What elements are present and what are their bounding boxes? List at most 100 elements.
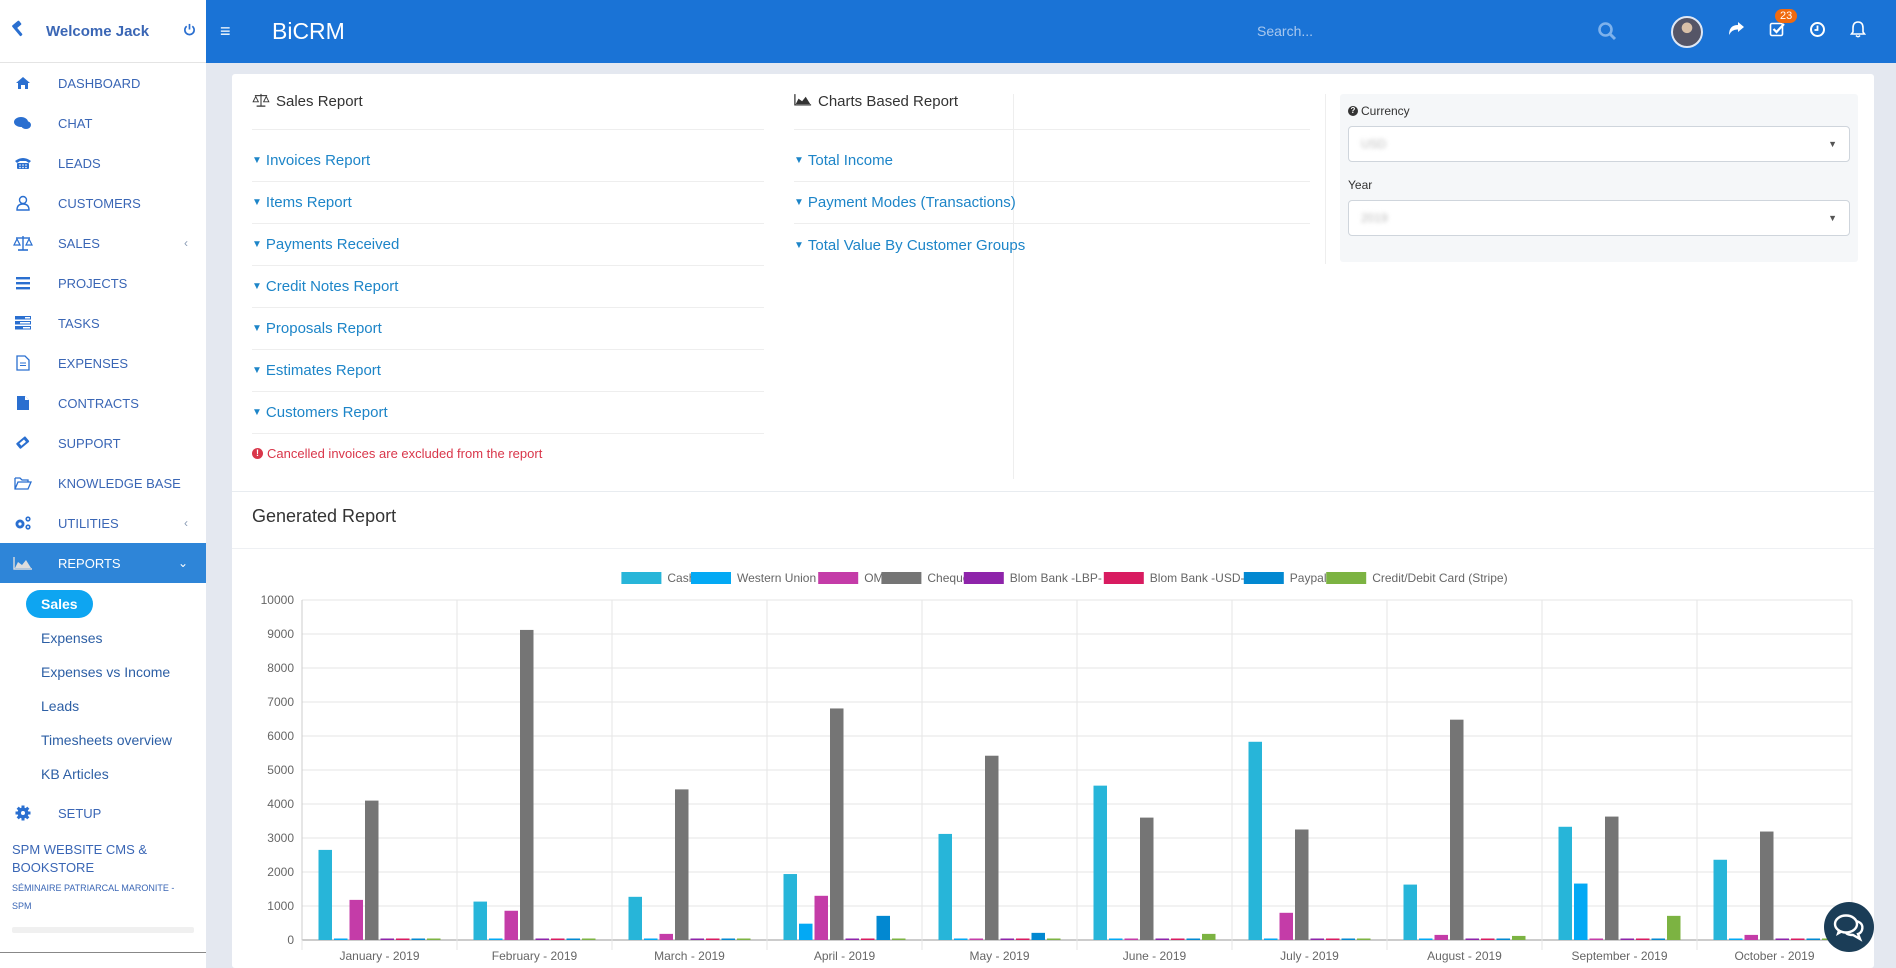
bar-credit-debit-card-stripe--1	[582, 938, 596, 940]
balance-scale-icon	[252, 93, 270, 111]
link-label: Payment Modes (Transactions)	[807, 194, 1016, 211]
bell-icon[interactable]	[1849, 20, 1867, 43]
cancelled-invoices-warning: ! Cancelled invoices are excluded from th…	[252, 434, 764, 472]
payments-received-link[interactable]: ▼ Payments Received	[252, 224, 764, 266]
sidebar-item-setup[interactable]: SETUP	[0, 793, 206, 833]
y-tick-label: 9000	[267, 627, 294, 641]
total-income-link[interactable]: ▼ Total Income	[794, 140, 1310, 182]
topbar-actions: 23	[1647, 9, 1867, 48]
bar-blom-bank-usd--2	[706, 938, 720, 940]
clock-icon[interactable]	[1809, 21, 1826, 43]
area-chart-icon	[12, 556, 34, 570]
file-text-icon	[12, 355, 34, 371]
page-scrollbar[interactable]	[1874, 63, 1896, 968]
bar-credit-debit-card-stripe--7	[1512, 935, 1526, 940]
bar-omt-8	[1589, 938, 1603, 940]
file-icon	[12, 395, 34, 411]
gear-icon	[12, 805, 34, 821]
bar-blom-bank-lbp--3	[845, 938, 859, 940]
sidebar-item-contracts[interactable]: CONTRACTS	[0, 383, 206, 423]
credit-notes-report-link[interactable]: ▼ Credit Notes Report	[252, 266, 764, 308]
legend-swatch-2	[818, 572, 859, 584]
invoices-report-link[interactable]: ▼ Invoices Report	[252, 140, 764, 182]
search-input[interactable]	[1257, 22, 1617, 39]
payment-modes-link[interactable]: ▼ Payment Modes (Transactions)	[794, 182, 1310, 224]
bar-credit-debit-card-stripe--5	[1202, 933, 1216, 940]
bar-cheque-1	[520, 629, 534, 940]
bar-paypal-5	[1186, 938, 1200, 940]
tasks-button[interactable]: 23	[1769, 9, 1798, 42]
sidebar-item-label: EXPENSES	[58, 355, 129, 371]
bar-omt-7	[1434, 934, 1448, 940]
caret-down-icon: ▼	[252, 323, 262, 334]
sidebar-item-leads[interactable]: LEADS	[0, 143, 206, 183]
sidebar-item-projects[interactable]: PROJECTS	[0, 263, 206, 303]
currency-select[interactable]: USD ▼	[1348, 126, 1850, 162]
selected-value: USD	[1361, 137, 1387, 151]
sidebar-item-dashboard[interactable]: DASHBOARD	[0, 63, 206, 103]
menu-toggle-icon[interactable]: ≡	[220, 21, 240, 42]
sidebar-item-support[interactable]: SUPPORT	[0, 423, 206, 463]
submenu-item-timesheets[interactable]: Timesheets overview	[0, 723, 206, 757]
items-report-link[interactable]: ▼ Items Report	[252, 182, 764, 224]
bar-omt-5	[1124, 938, 1138, 940]
welcome-user[interactable]: Welcome Jack	[46, 23, 183, 40]
sidebar-item-sales[interactable]: SALES ‹	[0, 223, 206, 263]
customers-report-link[interactable]: ▼ Customers Report	[252, 392, 764, 434]
label-text: Currency	[1361, 104, 1410, 118]
chat-widget-button[interactable]	[1824, 902, 1874, 952]
sidebar-item-label: SUPPORT	[58, 435, 121, 451]
home-icon	[12, 76, 34, 90]
ticket-icon	[12, 435, 34, 451]
submenu-item-expenses[interactable]: Expenses	[0, 621, 206, 655]
sidebar-item-label: REPORTS	[58, 555, 121, 571]
logout-icon[interactable]	[183, 23, 196, 39]
link-label: Items Report	[265, 194, 352, 211]
submenu-item-kb-articles[interactable]: KB Articles	[0, 757, 206, 791]
bar-western-union-5	[1109, 938, 1123, 940]
chat-icon	[12, 116, 34, 130]
submenu-item-sales[interactable]: Sales	[0, 587, 206, 621]
tasks-count-badge: 23	[1775, 9, 1798, 23]
year-select[interactable]: 2019 ▼	[1348, 200, 1850, 236]
chevron-left-icon: ‹	[184, 236, 188, 250]
sidebar-item-tasks[interactable]: TASKS	[0, 303, 206, 343]
proposals-report-link[interactable]: ▼ Proposals Report	[252, 308, 764, 350]
estimates-report-link[interactable]: ▼ Estimates Report	[252, 350, 764, 392]
sidebar-item-knowledge-base[interactable]: KNOWLEDGE BASE	[0, 463, 206, 503]
x-tick-label: October - 2019	[1734, 949, 1814, 963]
sidebar-item-chat[interactable]: CHAT	[0, 103, 206, 143]
generated-report-title: Generated Report	[252, 506, 397, 526]
bar-western-union-0	[334, 938, 348, 940]
sidebar-item-utilities[interactable]: UTILITIES ‹	[0, 503, 206, 543]
bar-omt-1	[504, 910, 518, 940]
bar-blom-bank-lbp--4	[1000, 938, 1014, 940]
submenu-item-expenses-vs-income[interactable]: Expenses vs Income	[0, 655, 206, 689]
sidebar-item-reports[interactable]: REPORTS ⌄	[0, 543, 206, 583]
bar-blom-bank-lbp--0	[380, 938, 394, 940]
sidebar-item-expenses[interactable]: EXPENSES	[0, 343, 206, 383]
sidebar-menu: DASHBOARD CHAT LEADS CUSTOMERS SALES ‹ P…	[0, 63, 206, 583]
sidebar-item-customers[interactable]: CUSTOMERS	[0, 183, 206, 223]
submenu-item-leads[interactable]: Leads	[0, 689, 206, 723]
search-icon[interactable]	[1597, 21, 1617, 46]
user-avatar[interactable]	[1671, 15, 1703, 48]
bar-cheque-2	[675, 789, 689, 940]
bar-cash-6	[1248, 741, 1262, 940]
phone-icon	[12, 156, 34, 170]
bar-blom-bank-lbp--2	[690, 938, 704, 940]
y-tick-label: 0	[287, 933, 294, 947]
app-brand[interactable]: BiCRM	[272, 18, 345, 45]
share-icon[interactable]	[1727, 21, 1745, 42]
caret-down-icon: ▼	[1828, 213, 1837, 223]
column-divider	[1325, 94, 1326, 264]
bar-cash-2	[628, 896, 642, 940]
tasks-icon	[12, 316, 34, 330]
question-circle-icon[interactable]: ?	[1348, 106, 1358, 116]
customer-groups-link[interactable]: ▼ Total Value By Customer Groups	[794, 224, 1310, 266]
x-tick-label: July - 2019	[1280, 949, 1339, 963]
bar-omt-9	[1744, 934, 1758, 940]
bar-cheque-5	[1140, 817, 1154, 940]
y-tick-label: 5000	[267, 763, 294, 777]
bar-cash-0	[318, 849, 332, 940]
